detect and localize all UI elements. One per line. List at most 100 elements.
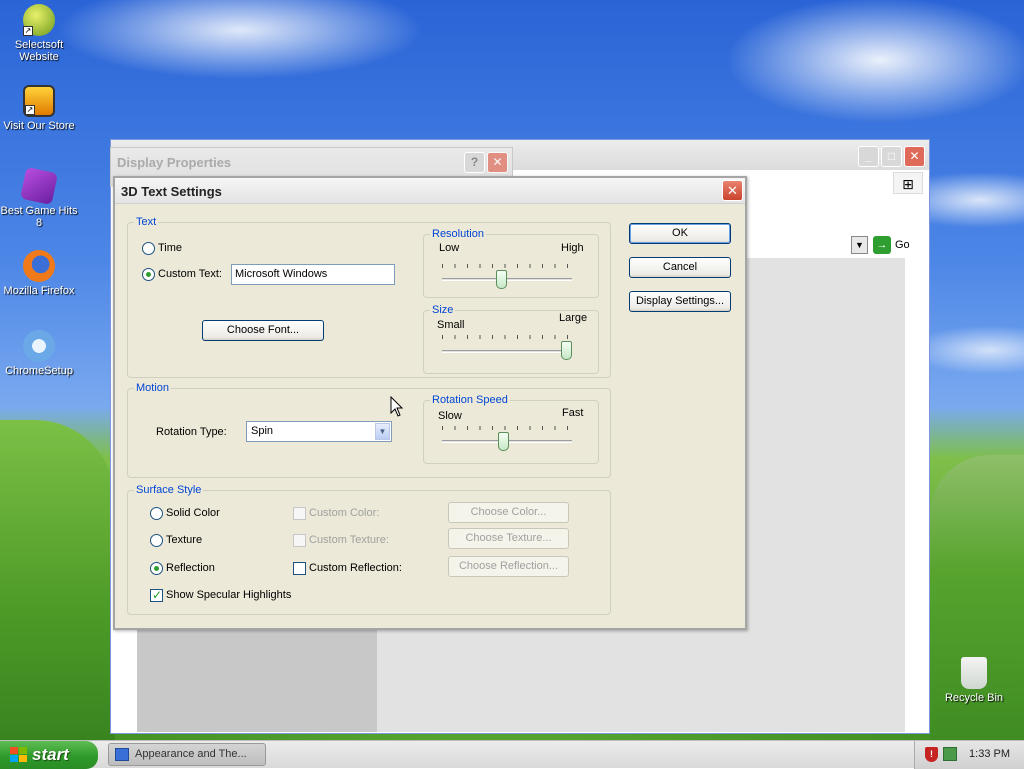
custom-texture-checkbox[interactable] <box>293 534 306 547</box>
custom-text-label: Custom Text: <box>158 268 222 280</box>
desktop-icon-chromesetup[interactable]: ChromeSetup <box>0 330 78 377</box>
clock[interactable]: 1:33 PM <box>969 748 1010 760</box>
store-icon: ↗ <box>23 85 55 117</box>
go-label: Go <box>895 239 910 251</box>
custom-color-label: Custom Color: <box>309 507 380 519</box>
desktop-icon-label: Recycle Bin <box>944 692 1004 704</box>
solid-color-label: Solid Color <box>166 507 220 519</box>
custom-color-checkbox[interactable] <box>293 507 306 520</box>
help-icon[interactable]: ? <box>464 152 485 173</box>
installer-icon <box>23 330 55 362</box>
taskbar: start Appearance and The... ! 1:33 PM <box>0 740 1024 769</box>
chevron-down-icon: ▼ <box>375 423 390 440</box>
display-properties-caption-buttons: ? ✕ <box>464 152 508 173</box>
size-label: Size <box>430 304 456 316</box>
resolution-low-label: Low <box>439 242 460 254</box>
desktop-icon-best-game-hits[interactable]: Best Game Hits 8 <box>0 167 78 229</box>
taskbar-item-label: Appearance and The... <box>135 748 247 760</box>
dialog-title: 3D Text Settings <box>121 184 222 199</box>
rotation-speed-slow-label: Slow <box>438 410 462 422</box>
recycle-bin-icon <box>961 657 987 689</box>
resolution-slider-track <box>442 278 572 281</box>
rotation-speed-label: Rotation Speed <box>430 394 510 406</box>
go-button[interactable]: → Go <box>873 236 910 254</box>
start-label: start <box>32 745 69 764</box>
size-slider-track <box>442 350 572 353</box>
security-shield-icon[interactable]: ! <box>925 747 938 762</box>
rotation-speed-slider-thumb[interactable] <box>497 432 509 451</box>
size-slider-thumb[interactable] <box>561 341 572 360</box>
close-icon[interactable]: ✕ <box>487 152 508 173</box>
dialog-close-button[interactable]: ✕ <box>722 180 743 201</box>
choose-font-button[interactable]: Choose Font... <box>202 320 324 341</box>
cancel-button[interactable]: Cancel <box>629 257 731 278</box>
maximize-icon[interactable]: □ <box>881 146 902 167</box>
display-settings-button[interactable]: Display Settings... <box>629 291 731 312</box>
time-label: Time <box>158 242 183 254</box>
text-group-label: Text <box>134 216 159 228</box>
desktop-icon-recycle-bin[interactable]: Recycle Bin <box>935 657 1013 704</box>
reflection-label: Reflection <box>166 562 215 574</box>
desktop-icon-label: ChromeSetup <box>5 365 73 377</box>
custom-text-input[interactable]: Microsoft Windows <box>231 264 395 285</box>
desktop-icon-label: Mozilla Firefox <box>3 285 75 297</box>
size-ticks <box>442 335 570 339</box>
wallpaper-hill-left <box>0 420 115 740</box>
choose-color-button[interactable]: Choose Color... <box>448 502 569 523</box>
resolution-slider-thumb[interactable] <box>495 270 507 289</box>
windows-logo-icon: ⊞ <box>893 172 923 194</box>
control-panel-icon <box>115 748 129 761</box>
dialog-titlebar: 3D Text Settings ✕ <box>115 178 745 204</box>
firefox-icon <box>23 250 55 282</box>
windows-flag-icon <box>10 747 28 763</box>
resolution-label: Resolution <box>430 228 486 240</box>
3d-text-settings-dialog: 3D Text Settings ✕ Text Time Custom Text… <box>113 176 747 630</box>
desktop-icon-selectsoft[interactable]: ↗ Selectsoft Website <box>0 4 78 63</box>
choose-texture-button[interactable]: Choose Texture... <box>448 528 569 549</box>
size-large-label: Large <box>559 312 588 324</box>
solid-color-radio[interactable] <box>150 507 163 520</box>
desktop-icon-store[interactable]: ↗ Visit Our Store <box>0 85 78 132</box>
desktop-icon-label: Visit Our Store <box>3 120 75 132</box>
mouse-cursor-icon <box>390 396 404 417</box>
resolution-ticks <box>442 264 570 268</box>
time-radio[interactable] <box>142 242 155 255</box>
system-tray: ! 1:33 PM <box>914 741 1024 769</box>
rotation-speed-ticks <box>442 426 570 430</box>
background-window-caption-buttons: _ □ ✕ <box>858 146 925 167</box>
show-specular-label: Show Specular Highlights <box>166 589 292 601</box>
resolution-high-label: High <box>561 242 584 254</box>
texture-radio[interactable] <box>150 534 163 547</box>
shortcut-arrow-icon: ↗ <box>25 105 35 115</box>
rotation-type-value: Spin <box>251 425 274 437</box>
custom-reflection-label: Custom Reflection: <box>309 562 402 574</box>
dice-icon <box>20 167 58 205</box>
motion-group-label: Motion <box>134 382 172 394</box>
start-button[interactable]: start <box>0 741 98 769</box>
custom-texture-label: Custom Texture: <box>309 534 389 546</box>
rotation-speed-fast-label: Fast <box>562 407 584 419</box>
selectsoft-icon: ↗ <box>23 4 55 36</box>
show-specular-checkbox[interactable] <box>150 588 163 602</box>
taskbar-item-appearance[interactable]: Appearance and The... <box>108 743 266 766</box>
desktop-icon-firefox[interactable]: Mozilla Firefox <box>0 250 78 297</box>
surface-style-label: Surface Style <box>134 484 204 496</box>
display-properties-title: Display Properties <box>117 155 232 170</box>
texture-label: Texture <box>166 534 203 546</box>
close-icon[interactable]: ✕ <box>904 146 925 167</box>
reflection-radio[interactable] <box>150 562 163 575</box>
desktop-icon-label: Selectsoft Website <box>14 39 64 63</box>
go-arrow-icon: → <box>873 236 891 254</box>
network-icon[interactable] <box>943 747 957 761</box>
custom-reflection-checkbox[interactable] <box>293 562 306 575</box>
address-dropdown-arrow-icon[interactable]: ▼ <box>851 236 868 254</box>
ok-button[interactable]: OK <box>629 223 731 244</box>
shortcut-arrow-icon: ↗ <box>23 26 33 36</box>
desktop-icon-label: Best Game Hits 8 <box>0 205 78 229</box>
custom-text-radio[interactable] <box>142 268 155 281</box>
rotation-type-select[interactable]: Spin ▼ <box>246 421 392 442</box>
choose-reflection-button[interactable]: Choose Reflection... <box>448 556 569 577</box>
minimize-icon[interactable]: _ <box>858 146 879 167</box>
size-small-label: Small <box>437 319 465 331</box>
rotation-type-label: Rotation Type: <box>156 426 227 438</box>
